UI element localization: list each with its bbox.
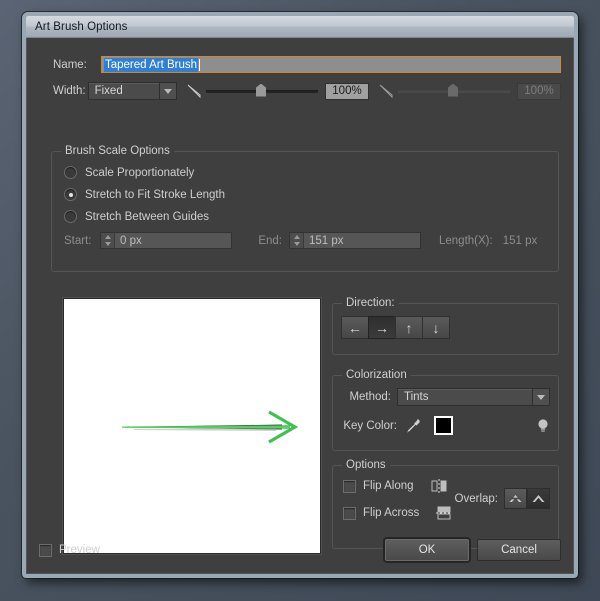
radio-icon (64, 210, 77, 223)
direction-left-button[interactable]: ← (341, 316, 369, 339)
method-row: Method: Tints (341, 388, 550, 406)
overlap-label: Overlap: (455, 493, 498, 505)
key-color-swatch[interactable] (434, 416, 453, 435)
lightbulb-icon[interactable] (536, 417, 550, 435)
cancel-button[interactable]: Cancel (477, 539, 561, 561)
start-label: Start: (64, 235, 100, 247)
arrow-down-icon: ↓ (433, 321, 440, 335)
preview-checkbox[interactable] (39, 544, 52, 557)
direction-group: Direction: ← → ↑ ↓ (332, 303, 559, 355)
colorization-legend: Colorization (342, 369, 411, 381)
direction-down-button[interactable]: ↓ (422, 316, 450, 339)
width-select-value: Fixed (89, 85, 159, 97)
arrow-up-icon: ↑ (406, 321, 413, 335)
ok-button[interactable]: OK (385, 539, 469, 561)
radio-label: Stretch Between Guides (85, 211, 209, 223)
width-slider-2-group: 100% (379, 83, 561, 100)
end-label: End: (250, 235, 282, 247)
art-brush-options-dialog: Art Brush Options Name: Tapered Art Brus… (22, 12, 578, 578)
overlap-control: Overlap: (455, 488, 550, 509)
chevron-up-slashed-icon (508, 492, 523, 505)
width-slider-2-track (398, 90, 510, 93)
width-row: Width: Fixed 100% (39, 82, 561, 100)
direction-up-button[interactable]: ↑ (395, 316, 423, 339)
arrow-left-icon: ← (348, 321, 362, 335)
overlap-allow-button[interactable] (527, 488, 550, 509)
brush-scale-options-legend: Brush Scale Options (61, 145, 174, 157)
radio-stretch-to-fit-stroke-length[interactable]: Stretch to Fit Stroke Length (64, 188, 546, 201)
preview-artwork (64, 299, 320, 553)
width-value-1[interactable]: 100% (325, 83, 369, 100)
chevron-down-icon (159, 83, 176, 99)
key-color-row: Key Color: (341, 416, 550, 435)
start-end-length-row: Start: 0 px End: 151 px Length(X): 151 p… (64, 232, 546, 249)
chevron-up-icon (531, 492, 546, 505)
arrow-right-icon: → (375, 321, 389, 335)
width-slider-2-thumb (448, 84, 458, 97)
flip-along-label: Flip Along (363, 480, 414, 492)
radio-label: Stretch to Fit Stroke Length (85, 189, 225, 201)
brush-taper-icon (187, 84, 202, 98)
stepper-arrows-icon (290, 233, 304, 248)
start-value: 0 px (115, 233, 142, 248)
start-stepper: 0 px (100, 232, 232, 249)
flip-across-icon (435, 505, 453, 521)
method-label: Method: (341, 391, 391, 403)
width-select[interactable]: Fixed (88, 82, 177, 100)
colorization-group: Colorization Method: Tints Key Color: (332, 375, 559, 451)
brush-scale-options-group: Brush Scale Options Scale Proportionatel… (51, 151, 559, 272)
width-slider-1-thumb[interactable] (256, 84, 266, 97)
width-slider-1-group: 100% (187, 83, 369, 100)
brush-stroke-preview (63, 298, 321, 554)
name-label: Name: (53, 59, 99, 71)
eyedropper-icon[interactable] (405, 417, 421, 435)
preview-row[interactable]: Preview (39, 544, 100, 557)
width-label: Width: (53, 85, 86, 97)
end-stepper: 151 px (289, 232, 421, 249)
brush-name-input[interactable]: Tapered Art Brush (101, 56, 561, 73)
radio-scale-proportionately[interactable]: Scale Proportionately (64, 166, 546, 179)
name-row: Name: Tapered Art Brush (39, 56, 561, 73)
stepper-arrows-icon (101, 233, 115, 248)
flip-along-checkbox[interactable] (343, 480, 356, 493)
text-caret (199, 59, 200, 71)
end-value: 151 px (304, 233, 344, 248)
dialog-titlebar[interactable]: Art Brush Options (26, 16, 574, 38)
radio-icon (64, 166, 77, 179)
chevron-down-icon (532, 389, 549, 405)
dialog-title: Art Brush Options (35, 21, 127, 33)
options-group: Options Flip Along Flip Across (332, 465, 559, 549)
dialog-body: Name: Tapered Art Brush Width: Fixed (26, 38, 574, 574)
direction-right-button[interactable]: → (368, 316, 396, 339)
length-label: Length(X): (439, 235, 493, 247)
direction-legend: Direction: (342, 297, 399, 309)
direction-button-bar: ← → ↑ ↓ (341, 316, 558, 339)
flip-across-checkbox[interactable] (343, 507, 356, 520)
options-legend: Options (342, 459, 390, 471)
radio-icon-selected (64, 188, 77, 201)
dialog-footer: Preview OK Cancel (39, 539, 561, 561)
key-color-label: Key Color: (341, 420, 397, 432)
overlap-disallow-button[interactable] (504, 488, 527, 509)
length-value: 151 px (503, 235, 538, 247)
radio-label: Scale Proportionately (85, 167, 194, 179)
preview-label: Preview (59, 544, 100, 556)
brush-name-value: Tapered Art Brush (104, 58, 198, 72)
width-value-2: 100% (517, 83, 561, 100)
method-select[interactable]: Tints (397, 388, 550, 406)
method-select-value: Tints (398, 391, 532, 403)
radio-stretch-between-guides[interactable]: Stretch Between Guides (64, 210, 546, 223)
flip-along-icon (430, 478, 448, 494)
width-slider-1-track[interactable] (206, 90, 318, 93)
brush-taper-icon (379, 84, 394, 98)
flip-across-label: Flip Across (363, 507, 419, 519)
